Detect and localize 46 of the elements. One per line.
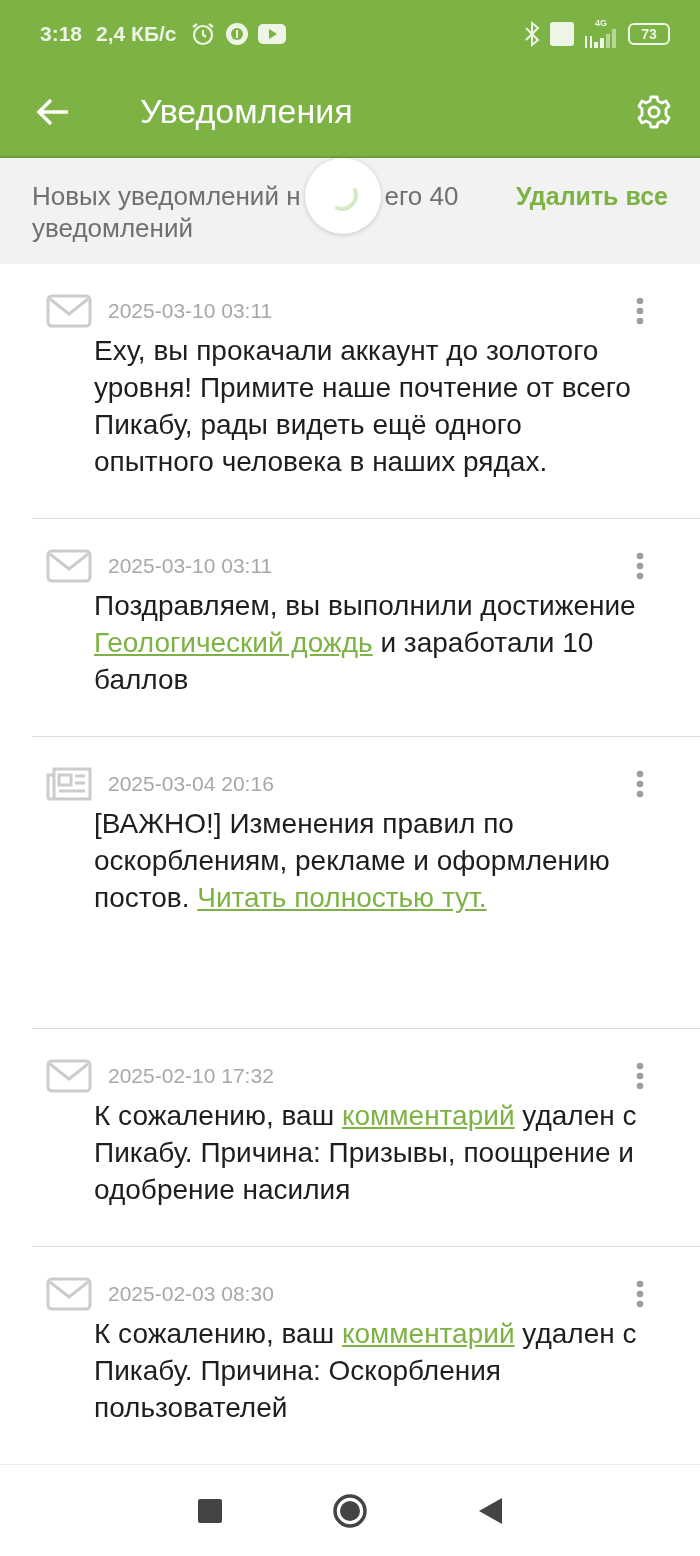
square-icon <box>198 1498 222 1523</box>
notification-time: 2025-03-10 03:11 <box>108 554 274 579</box>
bluetooth-icon <box>524 20 540 47</box>
notification-text: Поздравляем, вы выполнили достижение Геологический дождь и заработали 10 баллов <box>94 589 637 698</box>
home-button[interactable] <box>332 1492 368 1529</box>
screen-title: Уведомления <box>140 92 354 132</box>
back-button[interactable] <box>36 96 70 127</box>
more-icon <box>636 1280 644 1309</box>
notification-text: [ВАЖНО!] Изменения правил по оскорблениям, рекламе и оформлению постов. Читать полностью тут. <box>94 807 611 916</box>
network-type: 4G <box>595 19 607 29</box>
notification-link[interactable]: Геологический дождь <box>94 627 373 659</box>
notification-time: 2025-03-10 03:11 <box>108 299 274 324</box>
more-icon <box>636 552 644 581</box>
newspaper-icon <box>46 767 92 802</box>
envelope-icon <box>46 549 92 584</box>
notification-time: 2025-02-03 08:30 <box>108 1282 275 1307</box>
home-circle-icon <box>332 1492 368 1529</box>
summary-text: уведомлений <box>32 213 193 244</box>
envelope-icon <box>46 1059 92 1094</box>
signal-icon <box>584 28 618 49</box>
network-speed: 2,4 КБ/с <box>96 21 177 46</box>
more-icon <box>636 297 644 326</box>
notification-time: 2025-03-04 20:16 <box>108 772 275 797</box>
recents-button[interactable] <box>198 1498 222 1523</box>
settings-button[interactable] <box>636 93 672 130</box>
back-arrow-icon <box>36 96 70 127</box>
status-time: 3:18 <box>40 21 83 46</box>
notification-link[interactable]: Читать полностью тут. <box>197 882 487 914</box>
back-nav-button[interactable] <box>478 1497 502 1524</box>
more-icon <box>636 1062 644 1091</box>
envelope-icon <box>46 1277 92 1312</box>
envelope-icon <box>46 294 92 329</box>
notification-time: 2025-02-10 17:32 <box>108 1064 275 1089</box>
notification-link[interactable]: комментарий <box>341 1100 515 1132</box>
settings-icon <box>636 93 672 130</box>
summary-text: его 40 <box>384 181 459 212</box>
notification-text: К сожалению, ваш комментарий удален с Пикабу. Причина: Оскорбления пользователей <box>94 1317 638 1426</box>
notification-text: К сожалению, ваш комментарий удален с Пикабу. Причина: Призывы, поощрение и одобрение насилия <box>94 1099 638 1208</box>
video-icon <box>258 22 287 45</box>
delete-all-link[interactable]: Удалить все <box>515 180 668 213</box>
notification-link[interactable]: комментарий <box>341 1318 515 1350</box>
notification-text: Еху, вы прокачали аккаунт до золотого уровня! Примите наше почтение от всего Пикабу, рады видеть ещё одного опытного человека в наших рядах. <box>94 334 632 480</box>
more-icon <box>636 770 644 799</box>
battery-level: 73 <box>641 25 657 42</box>
summary-text: Новых уведомлений н <box>32 181 301 212</box>
triangle-back-icon <box>478 1497 502 1524</box>
